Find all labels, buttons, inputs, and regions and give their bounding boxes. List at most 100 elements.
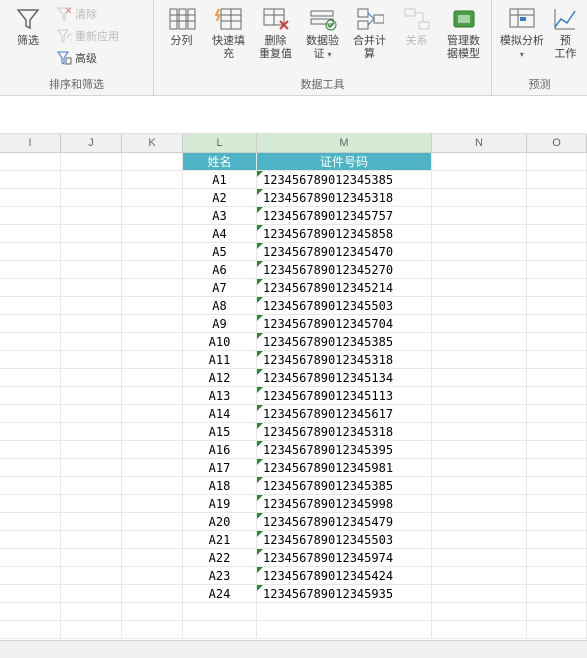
- id-cell[interactable]: 123456789012345503: [257, 531, 432, 549]
- cell[interactable]: [0, 189, 61, 207]
- cell[interactable]: [432, 603, 527, 621]
- cell[interactable]: [0, 225, 61, 243]
- consolidate-button[interactable]: 合并计算: [348, 2, 391, 61]
- cell[interactable]: [61, 621, 122, 639]
- cell[interactable]: [61, 531, 122, 549]
- cell[interactable]: [527, 549, 587, 567]
- id-cell[interactable]: 123456789012345385: [257, 171, 432, 189]
- cell[interactable]: [122, 189, 183, 207]
- cell[interactable]: [527, 333, 587, 351]
- name-cell[interactable]: A13: [183, 387, 257, 405]
- cell[interactable]: [0, 441, 61, 459]
- cell[interactable]: [0, 585, 61, 603]
- cell[interactable]: [0, 603, 61, 621]
- cell[interactable]: [527, 513, 587, 531]
- cell[interactable]: [61, 585, 122, 603]
- cell[interactable]: [527, 441, 587, 459]
- cell[interactable]: [432, 549, 527, 567]
- cell[interactable]: [61, 297, 122, 315]
- id-cell[interactable]: 123456789012345757: [257, 207, 432, 225]
- cell[interactable]: [122, 369, 183, 387]
- name-cell[interactable]: A14: [183, 405, 257, 423]
- id-cell[interactable]: 123456789012345974: [257, 549, 432, 567]
- cell[interactable]: [61, 459, 122, 477]
- cell[interactable]: [0, 387, 61, 405]
- col-header[interactable]: K: [122, 134, 183, 152]
- cell[interactable]: [61, 153, 122, 171]
- worksheet-grid[interactable]: 姓名证件号码A1123456789012345385A2123456789012…: [0, 153, 587, 639]
- cell[interactable]: [122, 261, 183, 279]
- cell[interactable]: [432, 207, 527, 225]
- flash-fill-button[interactable]: 快速填充: [207, 2, 250, 61]
- cell[interactable]: [527, 207, 587, 225]
- cell[interactable]: [432, 621, 527, 639]
- cell[interactable]: [122, 279, 183, 297]
- cell[interactable]: [0, 369, 61, 387]
- cell[interactable]: [432, 531, 527, 549]
- cell[interactable]: [432, 495, 527, 513]
- id-cell[interactable]: 123456789012345998: [257, 495, 432, 513]
- cell[interactable]: [432, 315, 527, 333]
- id-cell[interactable]: 123456789012345134: [257, 369, 432, 387]
- cell[interactable]: [122, 315, 183, 333]
- id-cell[interactable]: 123456789012345503: [257, 297, 432, 315]
- cell[interactable]: [527, 351, 587, 369]
- col-header[interactable]: L: [183, 134, 257, 152]
- cell[interactable]: [61, 369, 122, 387]
- cell[interactable]: [122, 477, 183, 495]
- id-cell[interactable]: 123456789012345270: [257, 261, 432, 279]
- forecast-sheet-button[interactable]: 预工作: [550, 2, 581, 61]
- cell[interactable]: [122, 171, 183, 189]
- cell[interactable]: [527, 423, 587, 441]
- cell[interactable]: [61, 495, 122, 513]
- cell[interactable]: [432, 513, 527, 531]
- cell[interactable]: [122, 207, 183, 225]
- cell[interactable]: [61, 387, 122, 405]
- id-cell[interactable]: 123456789012345318: [257, 423, 432, 441]
- horizontal-scrollbar[interactable]: [0, 640, 587, 658]
- cell[interactable]: [0, 567, 61, 585]
- col-header[interactable]: J: [61, 134, 122, 152]
- cell[interactable]: [527, 585, 587, 603]
- col-header[interactable]: N: [432, 134, 527, 152]
- cell[interactable]: [432, 423, 527, 441]
- col-header[interactable]: M: [257, 134, 432, 152]
- clear-button[interactable]: 清除: [54, 4, 121, 24]
- cell[interactable]: [0, 171, 61, 189]
- cell[interactable]: [122, 225, 183, 243]
- cell[interactable]: [0, 351, 61, 369]
- cell[interactable]: [432, 243, 527, 261]
- name-cell[interactable]: A22: [183, 549, 257, 567]
- name-cell[interactable]: A4: [183, 225, 257, 243]
- id-cell[interactable]: 123456789012345385: [257, 477, 432, 495]
- name-cell[interactable]: A17: [183, 459, 257, 477]
- advanced-button[interactable]: 高级: [54, 48, 121, 68]
- cell[interactable]: [122, 441, 183, 459]
- name-cell[interactable]: A1: [183, 171, 257, 189]
- cell[interactable]: [61, 405, 122, 423]
- cell[interactable]: [0, 297, 61, 315]
- cell[interactable]: [432, 171, 527, 189]
- name-cell[interactable]: A7: [183, 279, 257, 297]
- cell[interactable]: [527, 531, 587, 549]
- cell[interactable]: [527, 225, 587, 243]
- cell[interactable]: [122, 585, 183, 603]
- id-cell[interactable]: 123456789012345424: [257, 567, 432, 585]
- cell[interactable]: [122, 513, 183, 531]
- cell[interactable]: [61, 351, 122, 369]
- cell[interactable]: [257, 603, 432, 621]
- name-cell[interactable]: A6: [183, 261, 257, 279]
- cell[interactable]: [61, 315, 122, 333]
- name-cell[interactable]: A10: [183, 333, 257, 351]
- cell[interactable]: [122, 405, 183, 423]
- cell[interactable]: [0, 549, 61, 567]
- name-cell[interactable]: A15: [183, 423, 257, 441]
- relationships-button[interactable]: 关系: [395, 2, 438, 48]
- name-cell[interactable]: A24: [183, 585, 257, 603]
- cell[interactable]: [0, 459, 61, 477]
- cell[interactable]: [122, 495, 183, 513]
- id-cell[interactable]: 123456789012345858: [257, 225, 432, 243]
- cell[interactable]: [122, 333, 183, 351]
- cell[interactable]: [257, 621, 432, 639]
- cell[interactable]: [527, 477, 587, 495]
